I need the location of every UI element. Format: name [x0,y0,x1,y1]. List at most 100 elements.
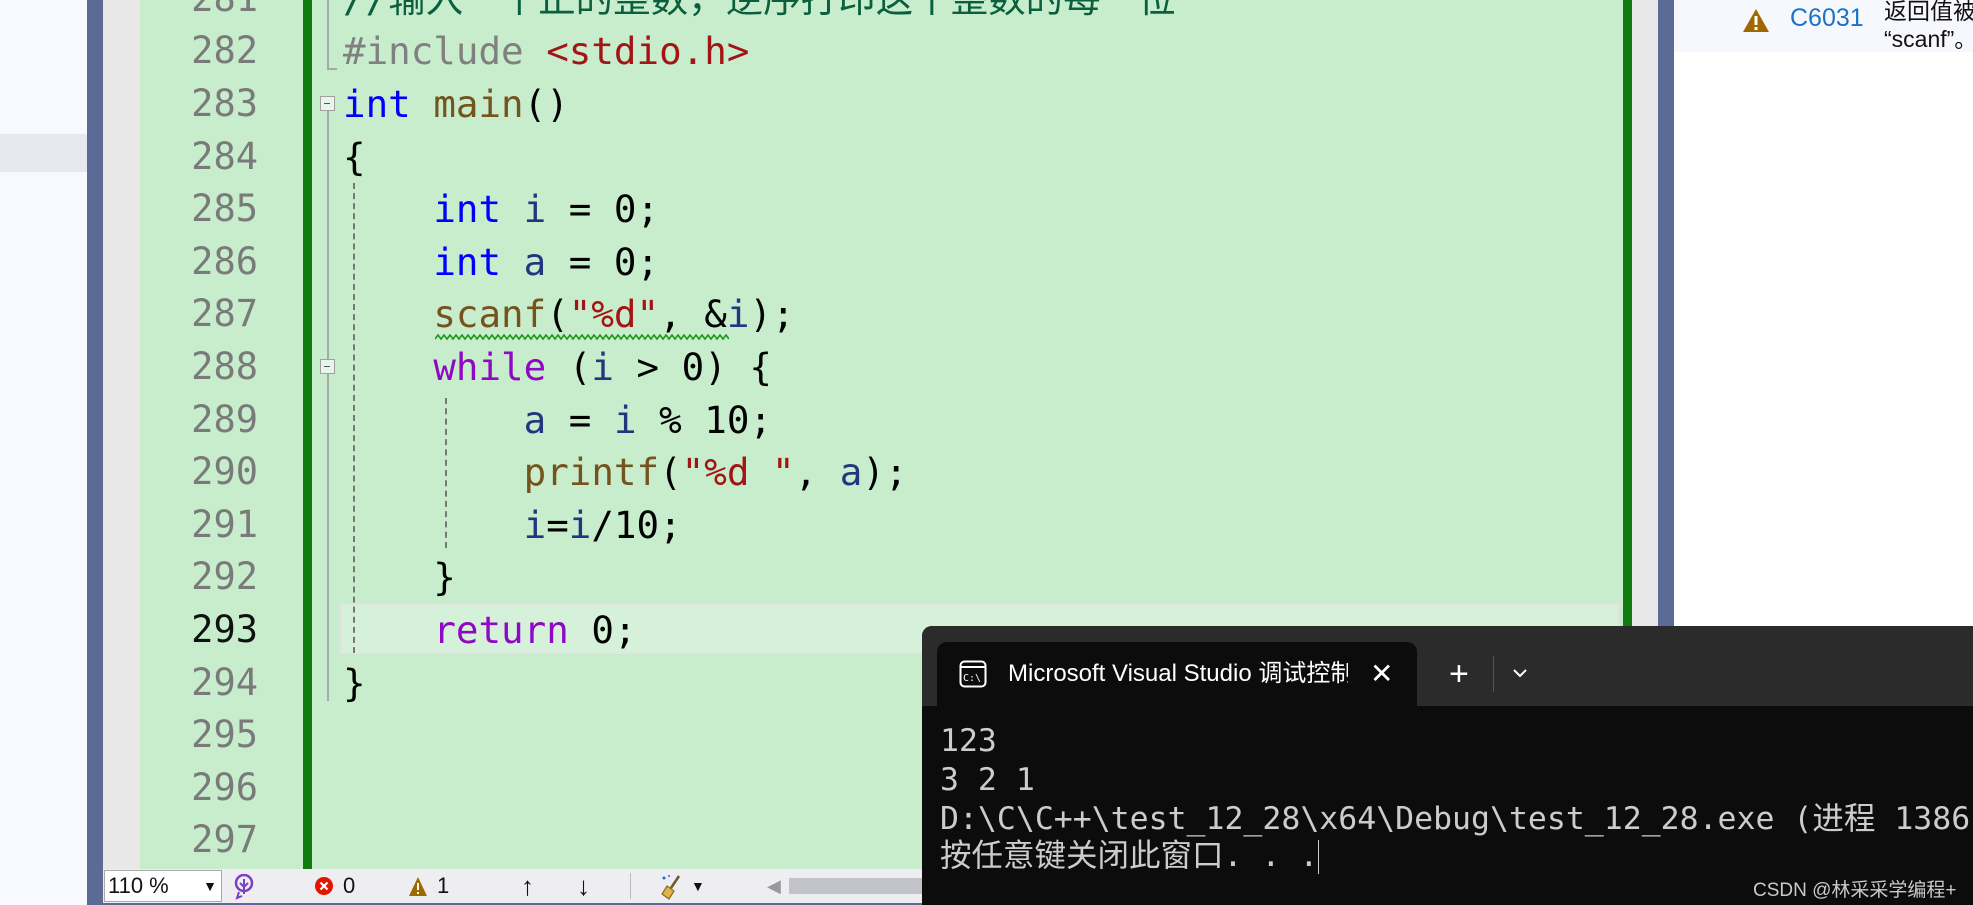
line-number: 292 [191,555,258,599]
fold-end [327,68,337,70]
divider [1493,656,1494,692]
console-icon: C:\ [959,660,987,688]
code-token: /10; [591,502,682,547]
code-token: while [433,344,547,389]
code-token: = 0; [546,187,660,232]
code-token: > 0) { [613,344,772,389]
code-token: = [546,502,569,547]
terminal-tab-title: Microsoft Visual Studio 调试控制台 [1008,660,1348,687]
selected-tree-item[interactable] [0,134,87,172]
horizontal-scrollbar-thumb[interactable] [789,878,923,894]
code-line[interactable]: i=i/10; [343,499,682,552]
error-list-row[interactable]: C6031 返回值被 “scanf”。 [1674,0,1973,52]
terminal-tab[interactable]: C:\ Microsoft Visual Studio 调试控制台 ✕ [937,642,1417,706]
fold-line [327,111,329,701]
line-number: 297 [191,818,258,862]
code-token: ( [546,292,569,337]
previous-issue-arrow-icon[interactable]: ↑ [521,869,534,903]
code-token: () [523,81,569,126]
code-line[interactable]: int main() [343,78,569,131]
code-token: ( [546,344,592,389]
line-number: 294 [191,660,258,704]
collapse-main-button[interactable] [320,96,335,111]
code-line[interactable]: return 0; [343,604,636,657]
terminal-output-line: 按任意键关闭此窗口. . . [940,837,1320,876]
line-number: 281 [140,0,258,25]
code-token: ); [749,292,795,337]
line-number: 285 [191,187,258,231]
line-number: 283 [191,81,258,125]
code-token: #include [343,29,547,74]
code-cleanup-brush-icon[interactable] [659,874,683,900]
chevron-down-icon[interactable]: ▼ [691,869,705,903]
code-token: printf [523,450,660,495]
warning-icon[interactable] [409,877,427,896]
code-token: "%d" [568,292,660,337]
line-number: 282 [191,29,258,73]
code-line[interactable]: while (i > 0) { [343,341,772,394]
line-number: 290 [191,450,258,494]
terminal-prompt-text: 按任意键关闭此窗口. . . [940,838,1319,874]
warning-icon [1743,9,1769,32]
editor-gutter [103,0,140,869]
line-number: 291 [191,502,258,546]
code-line[interactable]: a = i % 10; [343,394,772,447]
code-token: a [523,397,547,442]
error-code[interactable]: C6031 [1790,4,1864,33]
code-token: ); [862,450,908,495]
terminal-output-line: 3 2 1 [940,762,1035,798]
collapse-while-button[interactable] [320,359,335,374]
code-token: return [433,607,569,652]
zoom-level: 110 % [108,873,169,898]
code-token: { [343,134,366,179]
line-number: 296 [191,765,258,809]
code-token: } [343,660,366,705]
error-count[interactable]: 0 [343,869,355,903]
code-token: <stdio.h> [546,29,750,74]
code-line[interactable]: { [343,131,366,184]
terminal-output-line: 123 [940,723,997,759]
code-token: i [523,187,547,232]
panel-splitter[interactable] [87,0,103,905]
watermark: CSDN @林采采学编程+ [1753,880,1957,901]
code-token: % 10; [636,397,772,442]
chevron-down-icon[interactable] [1512,668,1528,678]
error-icon[interactable] [315,877,333,895]
warning-count[interactable]: 1 [437,869,449,903]
debug-console-window[interactable]: C:\ Microsoft Visual Studio 调试控制台 ✕ + 12… [922,626,1973,905]
line-number: 295 [191,713,258,757]
code-token: i [613,397,637,442]
zoom-level-dropdown[interactable]: 110 % ▼ [104,870,222,902]
intellicode-icon[interactable] [233,874,255,900]
line-number: 288 [191,344,258,388]
code-token: main [433,81,524,126]
code-line[interactable]: } [343,551,456,604]
code-line[interactable]: int a = 0; [343,236,659,289]
code-line[interactable]: } [343,657,366,710]
close-tab-icon[interactable]: ✕ [1370,642,1393,706]
code-line[interactable]: printf("%d ", a); [343,446,908,499]
code-line[interactable]: //输入一个正的整数，逆序打印这个整数的每一位 [343,0,1176,25]
code-line[interactable]: scanf("%d", &i); [343,288,795,341]
next-issue-arrow-icon[interactable]: ↓ [577,869,590,903]
line-number: 286 [191,239,258,283]
code-line[interactable]: int i = 0; [343,183,659,236]
code-line[interactable]: #include <stdio.h> [343,25,749,78]
svg-text:C:\: C:\ [963,673,981,684]
editor-status-bar: 110 % ▼ 0 1 ↑ ↓ ▼ ◀ [103,869,923,903]
scroll-left-arrow-icon[interactable]: ◀ [767,869,781,903]
new-tab-plus-icon[interactable]: + [1449,642,1469,706]
code-token: //输入一个正的整数，逆序打印这个整数的每一位 [343,0,1176,21]
terminal-output-line: D:\C\C++\test_12_28\x64\Debug\test_12_28… [940,801,1971,837]
code-token: int [343,81,411,126]
code-token: i [591,344,614,389]
text-cursor [1318,840,1320,874]
line-number: 293 [191,607,258,651]
